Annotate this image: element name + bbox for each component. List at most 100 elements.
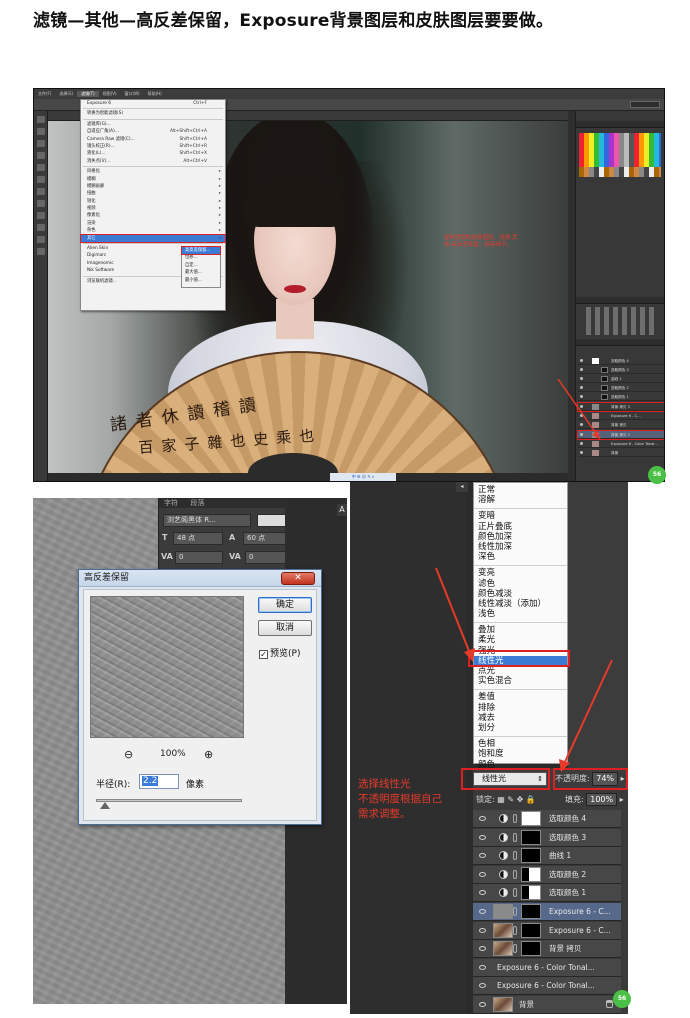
visibility-eye-icon[interactable] <box>479 871 486 877</box>
panel-tab-icon[interactable]: ◂ <box>456 482 468 492</box>
ok-button[interactable]: 确定 <box>258 597 312 613</box>
blend-option[interactable]: 减去 <box>478 713 567 723</box>
layer-thumbnail[interactable] <box>493 904 513 919</box>
tab-paragraph[interactable]: 段落 <box>186 498 210 508</box>
layer-row[interactable]: 选取颜色 4 <box>578 357 664 365</box>
visibility-eye-icon[interactable] <box>479 890 486 896</box>
blend-option[interactable]: 叠加 <box>478 625 567 635</box>
visibility-eye-icon[interactable] <box>479 834 486 840</box>
font-family-select[interactable]: 浏艺阁黑体 R... <box>163 514 251 527</box>
visibility-eye-icon[interactable] <box>479 946 486 952</box>
layer-row[interactable]: Exposure 6 - Color Tonal... <box>473 958 621 977</box>
link-icon[interactable] <box>513 832 517 842</box>
radius-input[interactable]: 2.2 <box>139 774 179 789</box>
menu-item-noise[interactable]: 杂色 ▸ <box>81 227 225 234</box>
blend-option[interactable]: 正片叠底 <box>478 522 567 532</box>
layer-thumbnail[interactable] <box>493 941 513 957</box>
layer-mask-thumbnail[interactable] <box>521 922 541 938</box>
checkbox-checked-icon[interactable]: ✓ <box>259 650 268 659</box>
layer-row[interactable]: 选取颜色 1 <box>473 884 621 903</box>
menu-item-other[interactable]: 其它 ▸ <box>80 233 226 244</box>
blend-option[interactable]: 点光 <box>478 666 567 676</box>
blend-option[interactable]: 滤色 <box>478 579 567 589</box>
visibility-eye-icon[interactable] <box>479 927 486 933</box>
adjustments-tab-bar[interactable] <box>576 297 664 304</box>
submenu-item-maximum[interactable]: 最大值... <box>182 269 220 276</box>
visibility-eye-icon[interactable] <box>479 1002 486 1007</box>
type-tool-icon[interactable] <box>36 236 45 243</box>
submenu-item-custom[interactable]: 自定... <box>182 262 220 269</box>
eyedropper-tool-icon[interactable] <box>36 164 45 171</box>
link-icon[interactable] <box>513 925 517 935</box>
menu-item-liquify[interactable]: 液化(L)... Shift+Ctrl+X <box>81 150 225 157</box>
eraser-tool-icon[interactable] <box>36 200 45 207</box>
menu-item-stylize[interactable]: 风格化 ▸ <box>81 168 225 175</box>
lasso-tool-icon[interactable] <box>36 140 45 147</box>
menu-item-blur-gallery[interactable]: 模糊画廊 ▸ <box>81 183 225 190</box>
blend-option[interactable]: 线性减淡（添加） <box>478 599 567 609</box>
panel-collapse-icon[interactable]: A <box>337 504 347 516</box>
blend-option[interactable]: 实色混合 <box>478 676 567 686</box>
layer-row[interactable]: 背景 <box>578 449 664 457</box>
radius-slider-track[interactable] <box>96 799 242 802</box>
blend-option[interactable]: 色相 <box>478 739 567 749</box>
visibility-eye-icon[interactable] <box>479 909 486 914</box>
blend-option[interactable]: 变亮 <box>478 568 567 578</box>
leading-field[interactable]: 60 点 <box>243 532 287 545</box>
menu-item-video[interactable]: 视频 ▸ <box>81 205 225 212</box>
menu-item-pixelate[interactable]: 像素化 ▸ <box>81 212 225 219</box>
menu-item-render[interactable]: 渲染 ▸ <box>81 220 225 227</box>
hand-tool-icon[interactable] <box>36 248 45 255</box>
cancel-button[interactable]: 取消 <box>258 620 312 636</box>
blend-option[interactable]: 深色 <box>478 552 567 562</box>
zoom-in-icon[interactable]: ⊕ <box>204 748 213 761</box>
font-size-field[interactable]: 48 点 <box>173 532 223 545</box>
workspace-button[interactable] <box>630 101 660 108</box>
menu-item-lens-correction[interactable]: 镜头校正(R)... Shift+Ctrl+R <box>81 143 225 150</box>
menu-window[interactable]: 窗口(W) <box>121 91 144 97</box>
blend-option[interactable]: 差值 <box>478 692 567 702</box>
visibility-eye-icon[interactable] <box>479 983 486 989</box>
layer-row[interactable]: Exposure 6 - C... <box>473 921 621 940</box>
blend-option[interactable]: 排除 <box>478 703 567 713</box>
submenu-item-minimum[interactable]: 最小值... <box>182 277 220 284</box>
visibility-eye-icon[interactable] <box>479 964 486 970</box>
layer-mask-thumbnail[interactable] <box>521 941 541 957</box>
layer-row[interactable]: 曲线 1 <box>473 847 621 866</box>
menu-item-gallery[interactable]: 滤镜库(G)... <box>81 121 225 128</box>
visibility-eye-icon[interactable] <box>479 853 486 859</box>
pen-tool-icon[interactable] <box>36 224 45 231</box>
menu-item-distort[interactable]: 扭曲 ▸ <box>81 190 225 197</box>
menu-item-blur[interactable]: 模糊 ▸ <box>81 176 225 183</box>
blend-option[interactable]: 柔光 <box>478 635 567 645</box>
menu-item-adaptive-wide[interactable]: 自适应广角(A)... Alt+Shift+Ctrl+A <box>81 128 225 135</box>
fill-control[interactable]: 填充: 100% ▸ <box>565 792 624 808</box>
layer-row[interactable]: Exposure 6 - Color Tonal... <box>473 977 621 996</box>
menu-file[interactable]: 文件(F) <box>34 91 55 97</box>
zoom-out-icon[interactable]: ⊖ <box>124 748 133 761</box>
layer-row[interactable]: Exposure 6 - C... <box>473 903 621 921</box>
submenu-item-high-pass[interactable]: 高反差保留... <box>181 245 221 256</box>
layer-row[interactable]: 背景 拷贝 <box>473 940 621 959</box>
blend-option[interactable]: 溶解 <box>478 495 567 505</box>
close-icon[interactable]: ✕ <box>281 572 315 585</box>
menu-filter[interactable]: 滤镜(T) <box>77 91 99 97</box>
brush-tool-icon[interactable] <box>36 176 45 183</box>
menu-item-exposure[interactable]: Exposure 6 Ctrl+F <box>81 100 225 107</box>
preview-checkbox[interactable]: ✓ 预览(P) <box>259 646 300 659</box>
menu-item-camera-raw[interactable]: Camera Raw 滤镜(C)... Shift+Ctrl+A <box>81 136 225 143</box>
visibility-eye-icon[interactable] <box>479 816 486 821</box>
layer-thumbnail[interactable] <box>493 997 513 1012</box>
blend-option[interactable]: 划分 <box>478 723 567 733</box>
layers-tab-bar[interactable] <box>576 339 664 346</box>
marquee-tool-icon[interactable] <box>36 128 45 135</box>
crop-tool-icon[interactable] <box>36 152 45 159</box>
swatches-grid[interactable] <box>579 133 661 167</box>
submenu-item-offset[interactable]: 位移... <box>182 254 220 261</box>
tracking-field[interactable]: 0 <box>245 551 287 564</box>
swatches-grid-lower[interactable] <box>579 167 661 177</box>
layer-row[interactable]: 选取颜色 3 <box>578 366 664 374</box>
layer-mask-thumbnail[interactable] <box>521 811 541 826</box>
zoom-status-bar[interactable]: 中 ⚙ ☺ ✎ ⌕ <box>330 473 396 481</box>
link-icon[interactable] <box>513 814 517 823</box>
